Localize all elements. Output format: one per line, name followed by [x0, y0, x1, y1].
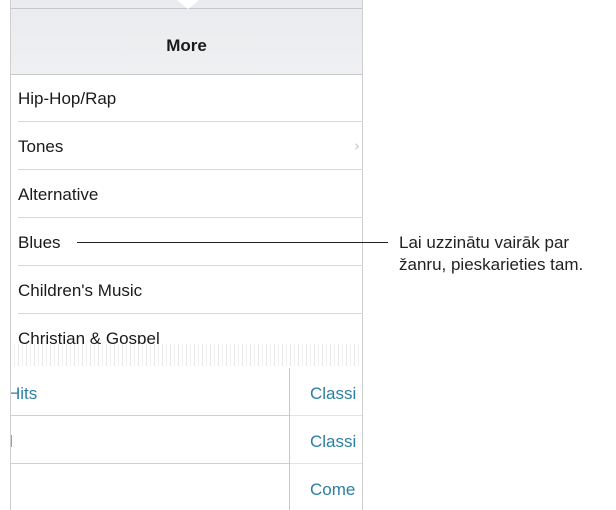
background-right-column: Classi Classi Come — [290, 368, 362, 510]
background-left-column: Hits l — [11, 368, 290, 510]
list-item-label: Classi — [310, 384, 357, 403]
genre-label: Children's Music — [18, 281, 143, 300]
list-item[interactable]: Classi — [290, 368, 362, 416]
list-item-label: Come — [310, 480, 356, 499]
genre-item-christian-gospel[interactable]: Christian & Gospel — [18, 314, 362, 344]
genre-item-alternative[interactable]: Alternative — [18, 170, 362, 218]
genre-list: Hip-Hop/Rap Tones › Alternative Blues Ch… — [11, 74, 362, 344]
genre-label: Christian & Gospel — [18, 329, 160, 344]
callout: Lai uzzinātu vairāk par žanru, pieskarie… — [399, 232, 583, 276]
background-screen: Hits l Classi Classi Come — [11, 368, 362, 510]
genre-item-childrens-music[interactable]: Children's Music — [18, 266, 362, 314]
genre-item-hip-hop-rap[interactable]: Hip-Hop/Rap — [18, 74, 362, 122]
genre-item-tones[interactable]: Tones › — [18, 122, 362, 170]
genre-label: Blues — [18, 233, 61, 252]
popover-arrow — [177, 0, 199, 9]
chevron-right-icon: › — [354, 137, 360, 155]
callout-line-1: Lai uzzinātu vairāk par — [399, 233, 570, 252]
popover-header: More — [11, 0, 362, 75]
callout-line-2: žanru, pieskarieties tam. — [399, 255, 584, 274]
torn-edge — [11, 344, 362, 366]
list-item[interactable]: l — [11, 416, 289, 464]
genre-label: Alternative — [18, 185, 99, 204]
genre-label: Hip-Hop/Rap — [18, 89, 117, 108]
list-item[interactable]: Come — [290, 464, 362, 510]
page-title: More — [166, 36, 207, 55]
list-item[interactable]: Classi — [290, 416, 362, 464]
list-item-label: Classi — [310, 432, 357, 451]
list-item[interactable] — [11, 464, 289, 510]
genre-label: Tones — [18, 137, 64, 156]
list-item[interactable]: Hits — [11, 368, 289, 416]
more-popover: More Hip-Hop/Rap Tones › Alternative Blu… — [10, 0, 363, 510]
list-item-label: Hits — [10, 384, 38, 403]
list-item-label: l — [11, 432, 13, 452]
callout-leader-line — [77, 242, 388, 243]
